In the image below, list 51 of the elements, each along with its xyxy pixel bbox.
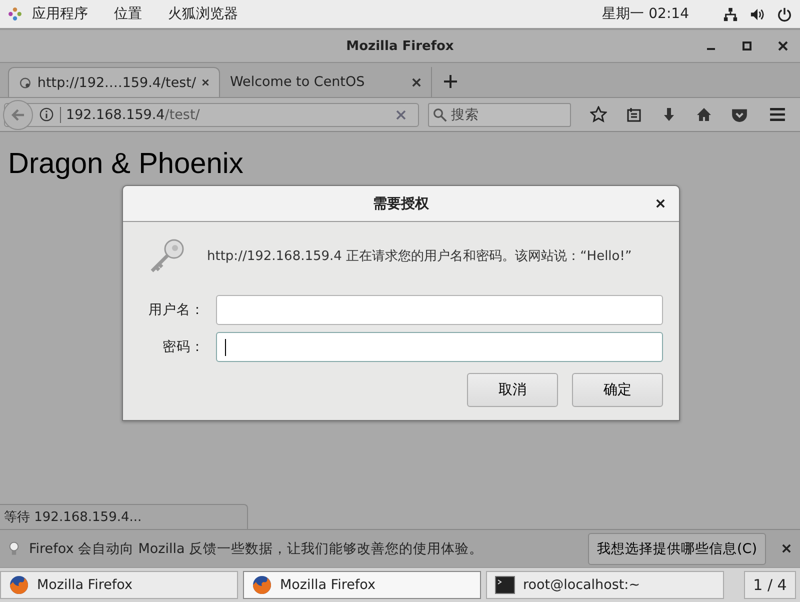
dialog-title: 需要授权 (373, 194, 429, 212)
top-menu[interactable]: 位置 (114, 5, 142, 23)
loading-icon (19, 74, 32, 90)
reading-list-icon[interactable] (626, 106, 642, 122)
pocket-icon[interactable] (731, 106, 748, 123)
dialog-message: http://192.168.159.4 正在请求您的用户名和密码。该网站说：“Hello!” (207, 248, 632, 265)
dialog-button[interactable]: 取消 (467, 373, 558, 407)
terminal-icon (495, 576, 515, 594)
close-icon[interactable] (656, 199, 665, 208)
dialog-button[interactable]: 确定 (572, 373, 663, 407)
input-field[interactable] (216, 332, 663, 362)
field-label: 用户名： (148, 301, 205, 319)
network-icon[interactable] (723, 6, 738, 22)
field-label: 密码： (162, 338, 205, 356)
volume-icon[interactable] (750, 6, 765, 22)
window-title: Mozilla Firefox (346, 38, 454, 54)
new-tab-icon[interactable] (444, 75, 457, 88)
close-icon[interactable] (782, 544, 791, 553)
browser-tab[interactable]: http://192.…159.4/test/ (8, 67, 220, 97)
clock[interactable]: 星期一 02:14 (602, 5, 689, 23)
search-icon (433, 108, 447, 122)
clear-icon[interactable] (396, 110, 406, 120)
top-menu[interactable]: 火狐浏览器 (168, 5, 238, 23)
top-menu[interactable]: 应用程序 (32, 5, 88, 23)
close-tab-icon[interactable] (202, 78, 209, 87)
notification-text: Firefox 会自动向 Mozilla 反馈一些数据，让我们能够改善您的使用体验。 (29, 540, 484, 558)
download-icon[interactable] (661, 106, 677, 122)
maximize-icon[interactable] (742, 41, 752, 51)
apps-logo-icon[interactable] (8, 7, 22, 21)
close-tab-icon[interactable] (412, 78, 421, 86)
workspace-indicator[interactable]: 1 / 4 (744, 571, 796, 599)
input-field[interactable] (216, 295, 663, 325)
lightbulb-icon (9, 540, 19, 556)
globe-fox-icon (252, 575, 272, 595)
star-icon[interactable] (590, 106, 607, 123)
menu-icon[interactable] (769, 106, 786, 123)
url-text: 192.168.159.4/test/ (60, 106, 390, 122)
home-icon[interactable] (696, 106, 712, 122)
globe-fox-icon (9, 575, 29, 595)
notification-button[interactable]: 我想选择提供哪些信息(C) (588, 532, 766, 564)
search-field[interactable]: 搜索 (428, 102, 571, 126)
taskbar-item[interactable]: Mozilla Firefox (0, 571, 238, 599)
close-icon[interactable] (778, 41, 788, 51)
browser-tab[interactable]: Welcome to CentOS (220, 67, 432, 97)
page-heading: Dragon & Phoenix (7, 147, 244, 181)
info-icon[interactable] (39, 107, 54, 122)
power-icon[interactable] (777, 6, 792, 22)
taskbar-item[interactable]: Mozilla Firefox (243, 571, 481, 599)
text-cursor (225, 339, 226, 356)
taskbar-item[interactable]: root@localhost:~ (486, 571, 724, 599)
status-text: 等待 192.168.159.4... (0, 504, 248, 529)
